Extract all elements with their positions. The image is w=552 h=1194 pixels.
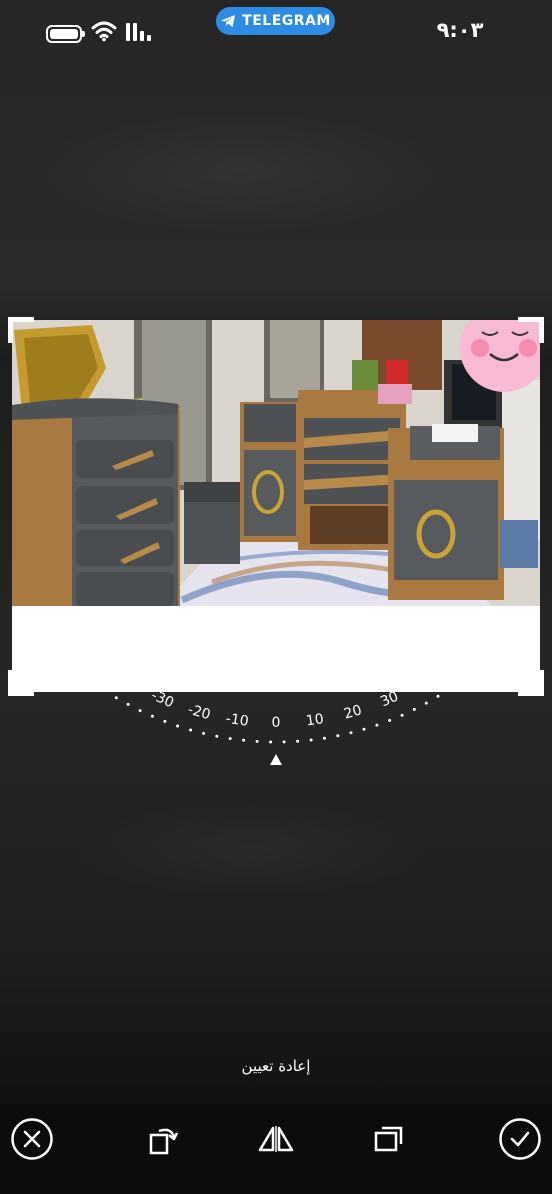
crop-handle-top-right[interactable] <box>518 317 544 343</box>
dial-tick <box>362 727 366 731</box>
telegram-icon <box>221 15 236 27</box>
dial-indicator-icon <box>270 754 282 765</box>
dial-tick <box>388 718 392 722</box>
dial-tick <box>126 702 130 706</box>
dial-label: -20 <box>186 702 212 724</box>
dial-label: -30 <box>149 690 176 711</box>
signal-icon <box>126 23 151 41</box>
reset-button[interactable]: إعادة تعيين <box>176 1057 376 1079</box>
flip-button[interactable] <box>254 1117 298 1161</box>
dial-tick <box>424 701 428 705</box>
dial-tick <box>282 740 286 744</box>
checkmark-icon <box>499 1118 541 1160</box>
telegram-pill-label: TELEGRAM <box>242 13 331 29</box>
dial-tick <box>228 737 232 741</box>
dial-tick <box>255 739 259 743</box>
dial-tick <box>176 724 180 728</box>
dial-tick <box>296 739 300 743</box>
aspect-ratio-button[interactable] <box>367 1117 411 1161</box>
dial-tick <box>349 731 353 735</box>
photo-crop-screen: TELEGRAM ٩:٠٣ -30 -20 -10 0 10 20 30 إعا… <box>0 0 552 1194</box>
done-button[interactable] <box>498 1117 542 1161</box>
telegram-back-pill[interactable]: TELEGRAM <box>216 7 335 35</box>
dial-label: 10 <box>305 711 325 729</box>
crop-handle-top-left[interactable] <box>8 317 34 343</box>
battery-icon <box>46 25 85 43</box>
dial-tick <box>448 690 451 691</box>
rotation-dial[interactable]: -30 -20 -10 0 10 20 30 <box>0 690 552 780</box>
dial-tick <box>336 734 340 738</box>
dial-tick <box>436 694 440 698</box>
flip-icon <box>258 1126 294 1152</box>
dial-tick <box>323 736 326 740</box>
wifi-icon <box>91 21 117 42</box>
dial-tick <box>163 719 167 723</box>
dial-tick <box>309 738 313 742</box>
dial-tick <box>114 696 118 700</box>
dial-label: -10 <box>225 711 250 730</box>
dial-tick <box>215 734 219 738</box>
dial-tick <box>150 714 154 718</box>
dial-label: 0 <box>272 715 281 731</box>
photo-being-edited <box>12 320 540 606</box>
crop-frame[interactable] <box>12 320 540 692</box>
close-icon <box>11 1118 53 1160</box>
dial-tick <box>138 709 142 713</box>
bottom-toolbar <box>0 1104 552 1194</box>
bedroom-furniture-photo <box>12 320 540 606</box>
dial-tick <box>242 738 246 742</box>
status-bar: TELEGRAM ٩:٠٣ <box>0 0 552 62</box>
rotate-icon <box>149 1128 179 1155</box>
aspect-ratio-icon <box>374 1126 403 1152</box>
dial-tick <box>202 731 206 735</box>
dial-tick <box>189 728 193 732</box>
dial-tick <box>400 713 404 717</box>
status-time: ٩:٠٣ <box>436 18 484 42</box>
dial-label: 20 <box>342 702 363 722</box>
dial-tick <box>375 723 379 727</box>
dial-tick <box>269 740 273 744</box>
rotate-button[interactable] <box>142 1117 186 1161</box>
cancel-button[interactable] <box>10 1117 54 1161</box>
dial-tick <box>412 707 416 711</box>
dial-tick <box>103 690 107 692</box>
dial-label: 30 <box>378 690 401 710</box>
